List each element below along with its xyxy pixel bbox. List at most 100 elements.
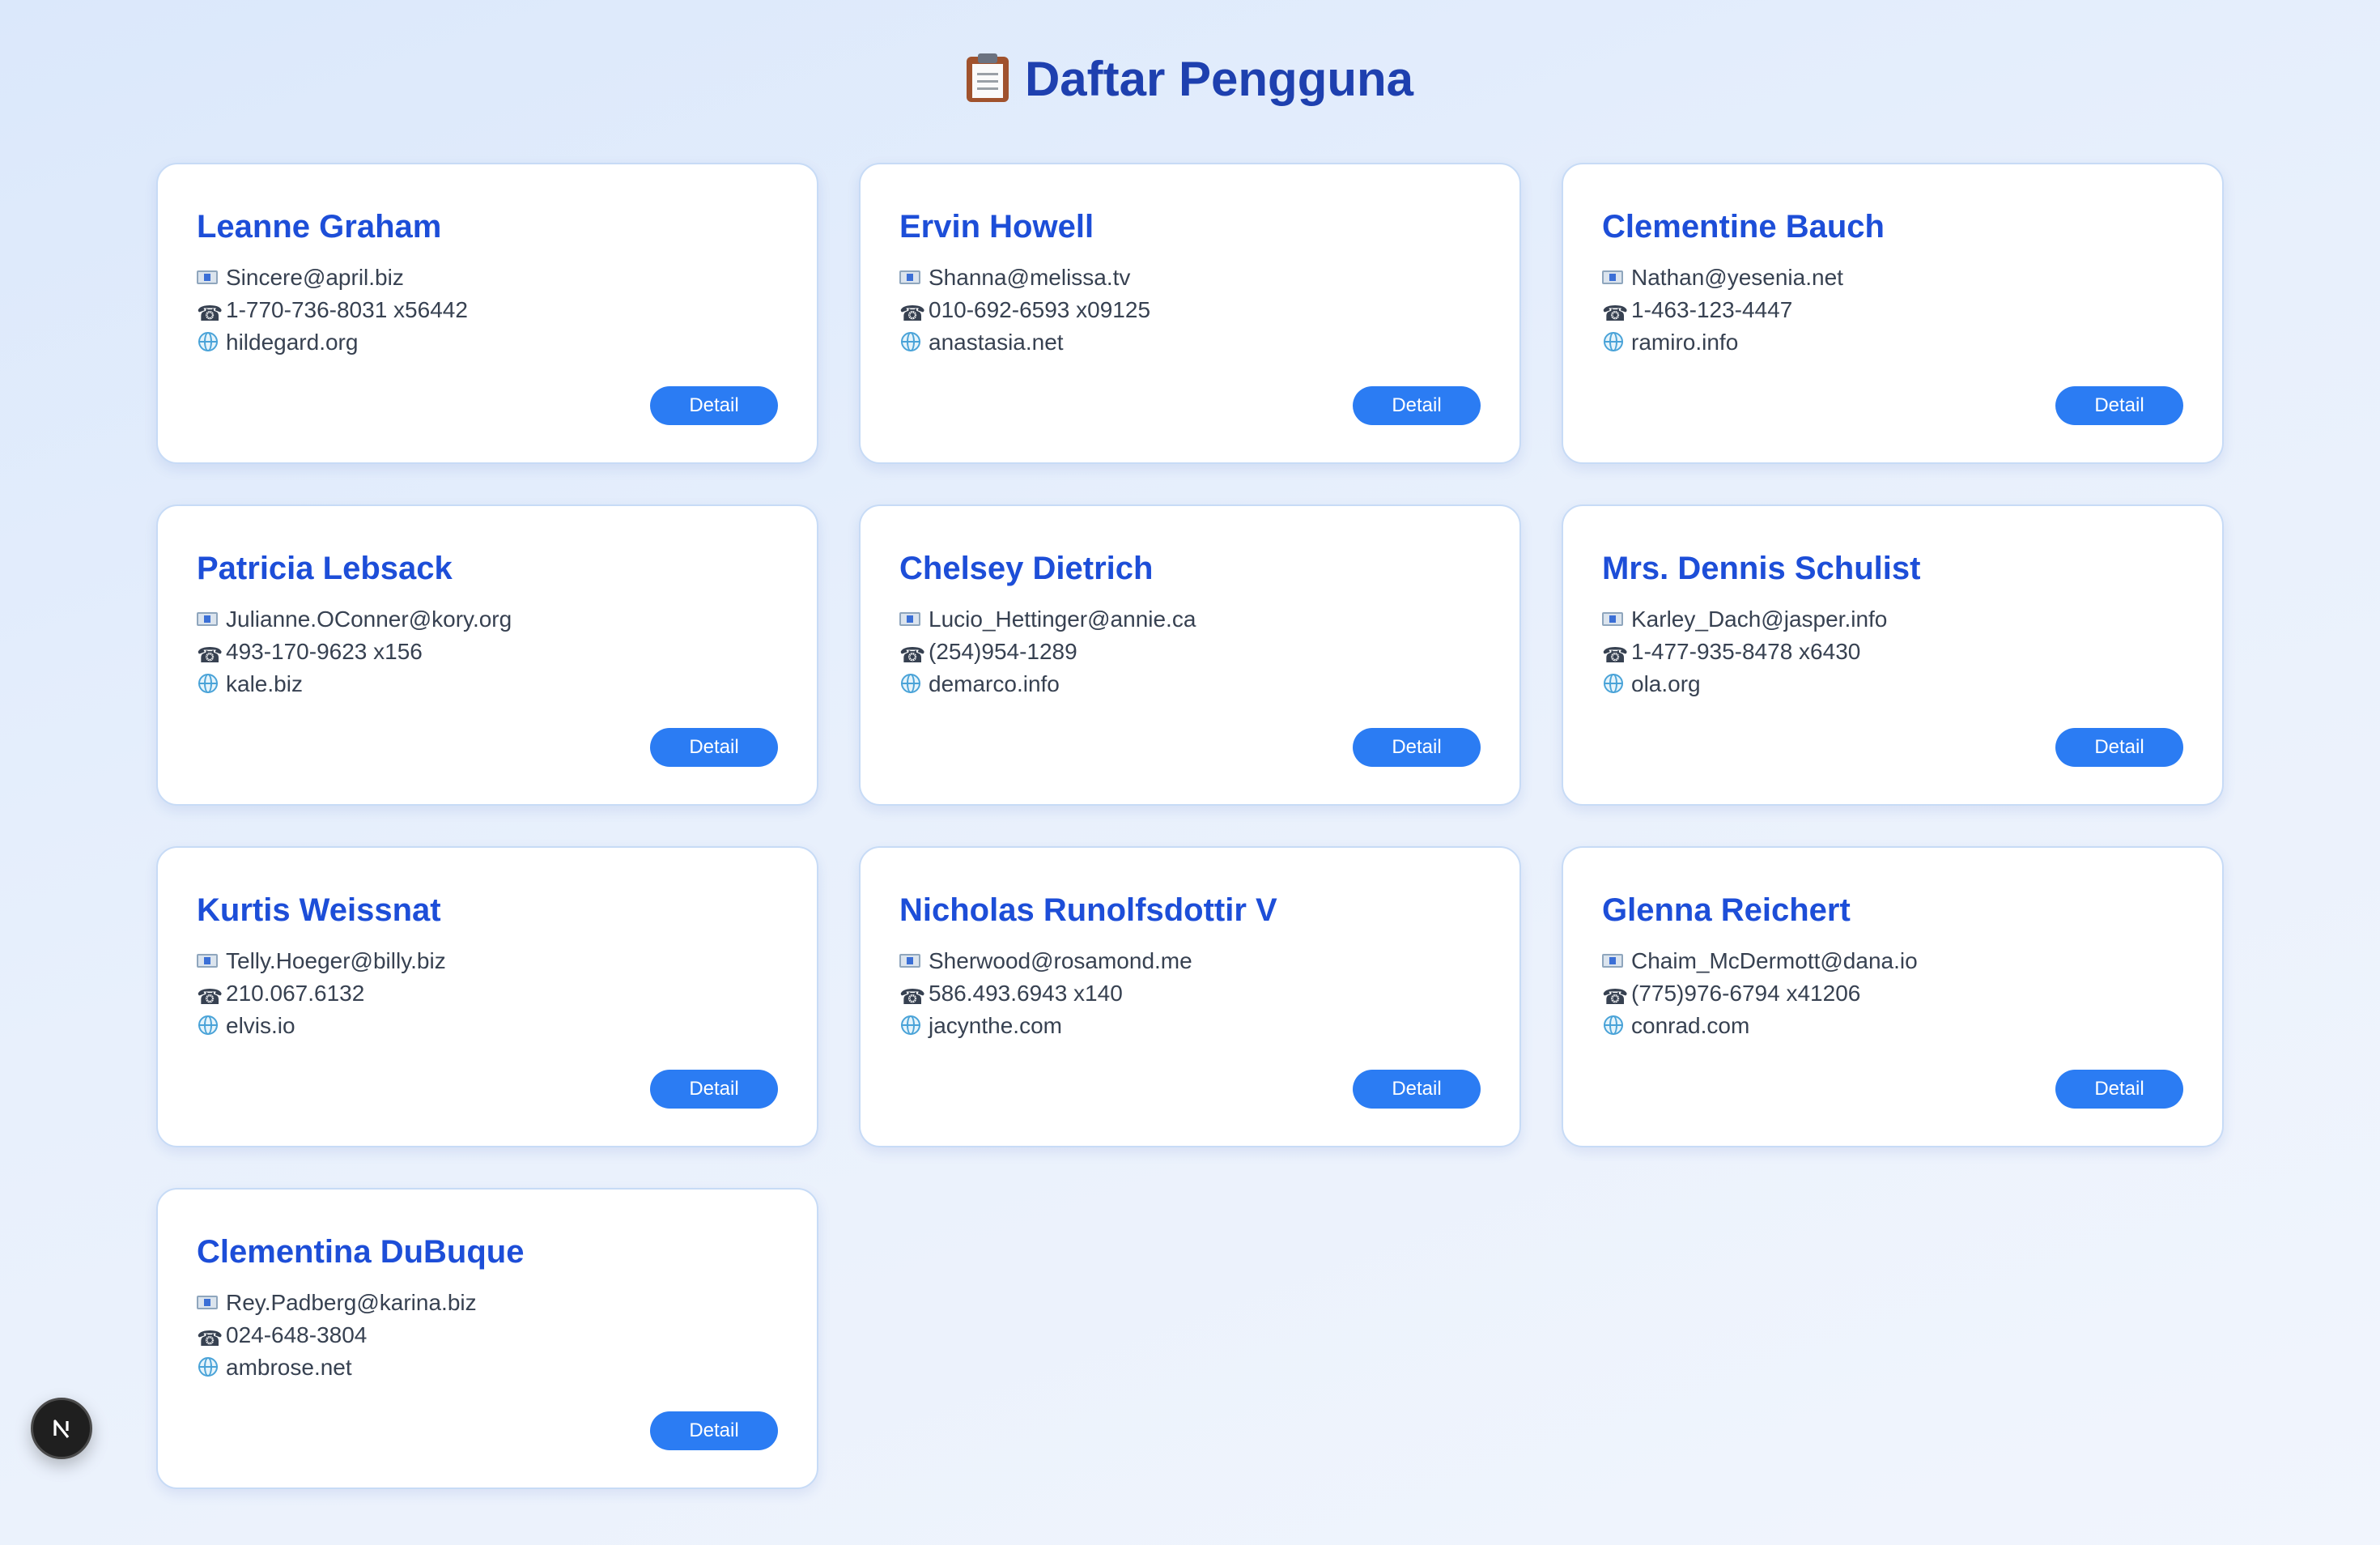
user-list-page: Daftar Pengguna Leanne Graham Sincere@ap… <box>0 0 2380 1545</box>
user-phone-row: ☎ 024-648-3804 <box>197 1319 367 1351</box>
page-title-text: Daftar Pengguna <box>1024 52 1414 106</box>
user-email: Nathan@yesenia.net <box>1631 265 1843 290</box>
user-phone: (254)954-1289 <box>929 639 1077 664</box>
envelope-icon <box>1602 949 1625 972</box>
globe-icon <box>197 672 219 695</box>
detail-button[interactable]: Detail <box>1353 1070 1481 1109</box>
user-email: Sherwood@rosamond.me <box>929 948 1192 973</box>
envelope-icon <box>197 949 219 972</box>
user-website: conrad.com <box>1631 1013 1750 1038</box>
clipboard-icon <box>966 53 1009 102</box>
user-email-row: Telly.Hoeger@billy.biz <box>197 945 446 977</box>
user-name: Glenna Reichert <box>1602 892 1851 928</box>
user-email-row: Rey.Padberg@karina.biz <box>197 1287 477 1319</box>
user-card: Glenna Reichert Chaim_McDermott@dana.io … <box>1562 846 2224 1147</box>
user-card: Kurtis Weissnat Telly.Hoeger@billy.biz ☎… <box>156 846 818 1147</box>
user-card: Ervin Howell Shanna@melissa.tv ☎ 010-692-… <box>859 163 1521 464</box>
globe-icon <box>899 330 922 353</box>
user-email-row: Lucio_Hettinger@annie.ca <box>899 603 1196 636</box>
globe-icon <box>899 672 922 695</box>
user-card-grid: Leanne Graham Sincere@april.biz ☎ 1-770-7… <box>156 163 2224 1489</box>
user-phone-row: ☎ 010-692-6593 x09125 <box>899 294 1150 326</box>
user-phone: 493-170-9623 x156 <box>226 639 423 664</box>
globe-icon <box>197 330 219 353</box>
user-card: Leanne Graham Sincere@april.biz ☎ 1-770-7… <box>156 163 818 464</box>
user-card: Patricia Lebsack Julianne.OConner@kory.o… <box>156 504 818 806</box>
detail-button[interactable]: Detail <box>650 1070 778 1109</box>
detail-button[interactable]: Detail <box>650 728 778 767</box>
user-website-row: ramiro.info <box>1602 326 1738 359</box>
user-phone: 210.067.6132 <box>226 981 365 1006</box>
detail-button[interactable]: Detail <box>1353 728 1481 767</box>
user-email-row: Julianne.OConner@kory.org <box>197 603 512 636</box>
detail-button[interactable]: Detail <box>2055 386 2183 425</box>
user-phone-row: ☎ 586.493.6943 x140 <box>899 977 1123 1010</box>
user-name: Mrs. Dennis Schulist <box>1602 551 1921 586</box>
user-email-row: Sherwood@rosamond.me <box>899 945 1192 977</box>
user-phone: 1-463-123-4447 <box>1631 297 1793 322</box>
globe-icon <box>1602 330 1625 353</box>
detail-button[interactable]: Detail <box>2055 728 2183 767</box>
user-name: Kurtis Weissnat <box>197 892 441 928</box>
user-email: Shanna@melissa.tv <box>929 265 1131 290</box>
user-email: Telly.Hoeger@billy.biz <box>226 948 446 973</box>
user-name: Patricia Lebsack <box>197 551 453 586</box>
user-website-row: hildegard.org <box>197 326 358 359</box>
user-card: Mrs. Dennis Schulist Karley_Dach@jasper.… <box>1562 504 2224 806</box>
user-website: ambrose.net <box>226 1355 352 1380</box>
user-website: elvis.io <box>226 1013 295 1038</box>
user-phone-row: ☎ 1-463-123-4447 <box>1602 294 1792 326</box>
user-name: Ervin Howell <box>899 209 1094 245</box>
user-card: Clementina DuBuque Rey.Padberg@karina.bi… <box>156 1188 818 1489</box>
envelope-icon <box>197 266 219 288</box>
page-title: Daftar Pengguna <box>0 47 2380 112</box>
envelope-icon <box>899 949 922 972</box>
user-website-row: kale.biz <box>197 668 303 700</box>
user-website: ola.org <box>1631 671 1701 696</box>
user-phone: 024-648-3804 <box>226 1322 368 1347</box>
telephone-icon: ☎ <box>899 643 926 667</box>
user-website: demarco.info <box>929 671 1060 696</box>
user-phone: 1-770-736-8031 x56442 <box>226 297 468 322</box>
nextjs-dev-indicator[interactable] <box>31 1398 92 1459</box>
user-email: Julianne.OConner@kory.org <box>226 607 512 632</box>
user-phone: 1-477-935-8478 x6430 <box>1631 639 1861 664</box>
user-email: Karley_Dach@jasper.info <box>1631 607 1888 632</box>
user-name: Clementina DuBuque <box>197 1234 525 1270</box>
telephone-icon: ☎ <box>899 985 926 1009</box>
telephone-icon: ☎ <box>197 643 223 667</box>
detail-button[interactable]: Detail <box>650 386 778 425</box>
user-phone-row: ☎ 1-770-736-8031 x56442 <box>197 294 468 326</box>
user-email-row: Shanna@melissa.tv <box>899 262 1130 294</box>
nextjs-logo-icon <box>53 1419 70 1438</box>
globe-icon <box>1602 1014 1625 1036</box>
user-phone-row: ☎ 1-477-935-8478 x6430 <box>1602 636 1860 668</box>
user-website-row: anastasia.net <box>899 326 1064 359</box>
user-name: Clementine Bauch <box>1602 209 1885 245</box>
user-phone: 010-692-6593 x09125 <box>929 297 1151 322</box>
globe-icon <box>1602 672 1625 695</box>
user-website: ramiro.info <box>1631 330 1739 355</box>
detail-button[interactable]: Detail <box>1353 386 1481 425</box>
user-name: Leanne Graham <box>197 209 442 245</box>
user-website-row: elvis.io <box>197 1010 295 1042</box>
globe-icon <box>197 1014 219 1036</box>
user-website: kale.biz <box>226 671 303 696</box>
envelope-icon <box>197 1291 219 1313</box>
user-website: jacynthe.com <box>929 1013 1062 1038</box>
user-email: Rey.Padberg@karina.biz <box>226 1290 477 1315</box>
user-email-row: Chaim_McDermott@dana.io <box>1602 945 1918 977</box>
user-phone: 586.493.6943 x140 <box>929 981 1123 1006</box>
user-website-row: ambrose.net <box>197 1351 352 1384</box>
detail-button[interactable]: Detail <box>650 1411 778 1450</box>
user-phone-row: ☎ 210.067.6132 <box>197 977 364 1010</box>
telephone-icon: ☎ <box>197 301 223 326</box>
user-website-row: ola.org <box>1602 668 1701 700</box>
telephone-icon: ☎ <box>197 985 223 1009</box>
user-website-row: demarco.info <box>899 668 1060 700</box>
user-name: Chelsey Dietrich <box>899 551 1154 586</box>
detail-button[interactable]: Detail <box>2055 1070 2183 1109</box>
user-email: Chaim_McDermott@dana.io <box>1631 948 1918 973</box>
user-phone-row: ☎ (775)976-6794 x41206 <box>1602 977 1860 1010</box>
user-phone: (775)976-6794 x41206 <box>1631 981 1861 1006</box>
